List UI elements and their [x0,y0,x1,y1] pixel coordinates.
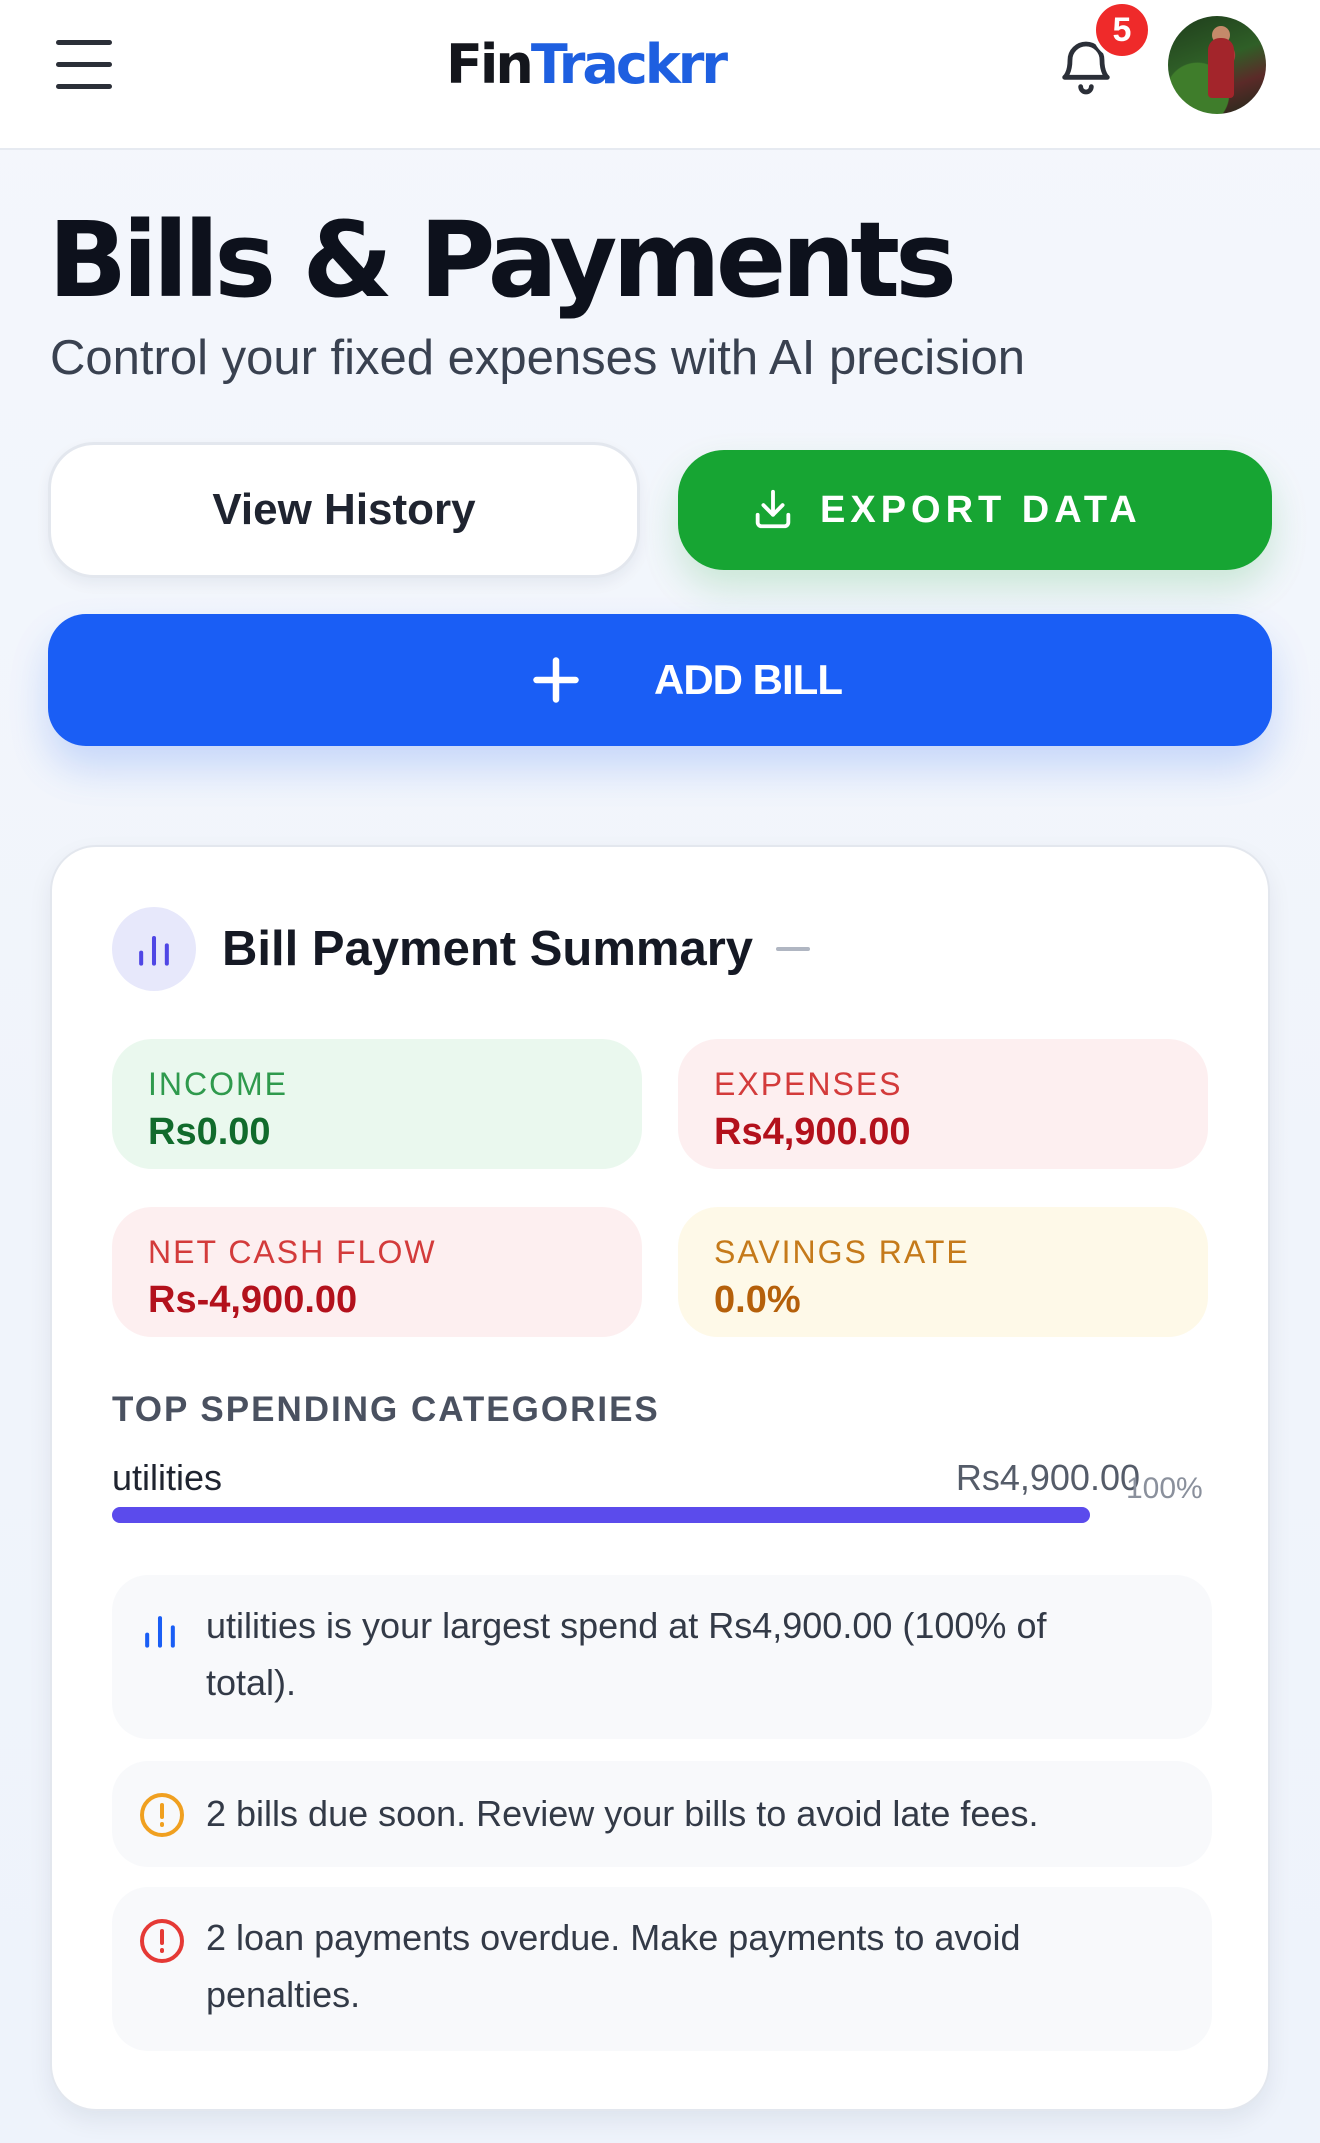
net-cash-flow-label: NET CASH FLOW [148,1234,437,1270]
summary-chart-icon [112,907,196,991]
income-stat: INCOME Rs0.00 [112,1039,642,1169]
expenses-stat: EXPENSES Rs4,900.00 [678,1039,1208,1169]
category-name: utilities [112,1457,223,1498]
insight-text: utilities is your largest spend at Rs4,9… [206,1605,1047,1703]
logo-text-fin: Fin [446,33,534,96]
savings-rate-stat: SAVINGS RATE 0.0% [678,1207,1208,1337]
category-amount: Rs4,900.00 [955,1457,1140,1498]
income-value: Rs0.00 [148,1111,271,1153]
add-bill-button[interactable]: ADD BILL [48,614,1272,746]
page: FinTrackrr 5 Bills & Payments Control yo… [0,0,1320,2143]
expenses-label: EXPENSES [714,1066,903,1102]
category-progress-fill [112,1507,1090,1523]
insight-bills-due: 2 bills due soon. Review your bills to a… [112,1761,1212,1867]
add-bill-label: ADD BILL [654,656,843,703]
page-title: Bills & Payments [48,199,957,321]
expenses-value: Rs4,900.00 [714,1111,911,1153]
bar-chart-icon [145,1616,175,1648]
summary-title: Bill Payment Summary [222,922,754,976]
warning-circle-icon [140,1793,184,1837]
insight-text: 2 loan payments overdue. Make payments t… [206,1917,1021,2015]
category-percent: 100% [1126,1472,1203,1505]
user-avatar[interactable] [1168,16,1266,114]
page-subtitle: Control your fixed expenses with AI prec… [50,331,1026,385]
plus-icon [533,657,579,703]
net-cash-flow-value: Rs-4,900.00 [148,1279,358,1321]
collapse-icon[interactable] [776,947,810,951]
top-categories-heading: TOP SPENDING CATEGORIES [112,1390,660,1429]
notification-count-badge[interactable]: 5 [1092,0,1152,60]
top-app-bar: FinTrackrr 5 [0,0,1320,150]
insight-largest-spend: utilities is your largest spend at Rs4,9… [112,1575,1212,1739]
savings-rate-value: 0.0% [714,1279,801,1321]
export-data-button[interactable]: EXPORT DATA [678,450,1272,570]
income-label: INCOME [148,1066,288,1102]
net-cash-flow-stat: NET CASH FLOW Rs-4,900.00 [112,1207,642,1337]
bill-payment-summary-card: Bill Payment Summary INCOME Rs0.00 EXPEN… [50,845,1270,2111]
insight-text: 2 bills due soon. Review your bills to a… [206,1793,1039,1834]
savings-rate-label: SAVINGS RATE [714,1234,970,1270]
menu-icon[interactable] [56,40,112,90]
app-logo[interactable]: FinTrackrr [446,30,728,100]
view-history-button[interactable]: View History [48,442,640,578]
download-icon [755,489,791,529]
export-data-label: EXPORT DATA [820,489,1142,531]
alert-circle-icon [140,1919,184,1963]
logo-text-trackrr: Trackrr [530,33,728,96]
insight-loans-overdue: 2 loan payments overdue. Make payments t… [112,1887,1212,2051]
category-progress-bar [112,1507,1090,1523]
